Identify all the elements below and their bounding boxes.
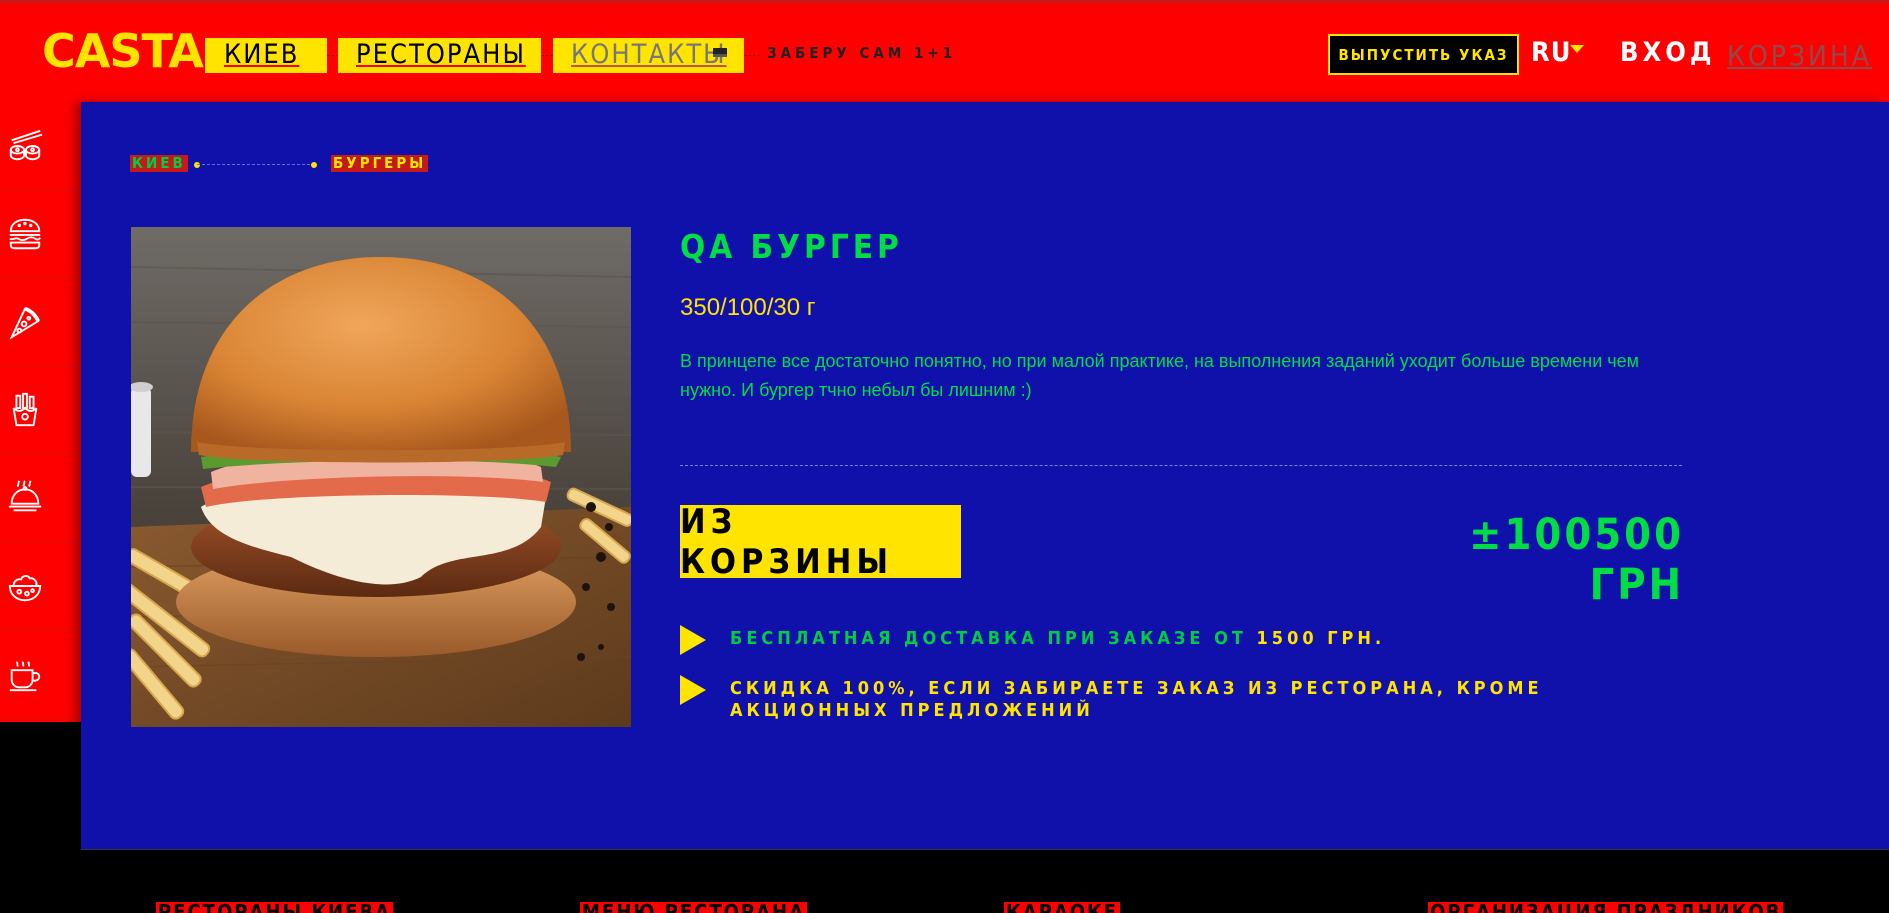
login-link[interactable]: Вход — [1620, 37, 1716, 68]
hot-dish-icon — [8, 479, 42, 511]
breadcrumb-city[interactable]: Киев — [130, 155, 188, 172]
product-description: В принцепе все достаточно понятно, но пр… — [680, 351, 1640, 400]
footer: Рестораны Киева Меню ресторана Караоке О… — [81, 849, 1889, 913]
breadcrumb-dot — [311, 162, 317, 168]
footer-link-karaoke[interactable]: Караоке — [1004, 902, 1121, 913]
play-arrow-icon — [680, 625, 706, 655]
product-page: Киев Бургеры — [81, 102, 1889, 849]
sidebar-item-drinks[interactable] — [0, 630, 81, 718]
breadcrumb-category[interactable]: Бургеры — [331, 155, 429, 172]
play-arrow-icon — [680, 675, 706, 705]
top-header: CASTA Киев Рестораны Контакты Заберу сам… — [0, 0, 1889, 102]
sushi-icon — [9, 129, 43, 160]
sidebar-item-hot-dishes[interactable] — [0, 454, 81, 542]
sidebar-item-burgers[interactable] — [0, 190, 81, 278]
fries-icon — [12, 392, 38, 426]
nav-link-restaurants[interactable]: Рестораны — [356, 37, 526, 73]
nav-link-kiev[interactable]: Киев — [224, 37, 299, 73]
nav-link-contacts[interactable]: Контакты — [571, 37, 727, 73]
footer-link-events[interactable]: Организация праздников — [1428, 902, 1784, 913]
sidebar-item-salads[interactable] — [0, 542, 81, 630]
remove-from-cart-button[interactable]: Из корзины — [680, 502, 961, 582]
category-sidebar — [0, 102, 81, 722]
chevron-down-icon[interactable] — [1570, 45, 1584, 53]
sidebar-item-fries[interactable] — [0, 366, 81, 454]
perk-delivery-text: Бесплатная доставка при заказе от — [730, 628, 1247, 649]
burger-icon — [9, 218, 41, 249]
perk-pickup-discount: Скидка 100%, если забираете заказ из рес… — [680, 675, 1580, 722]
cart-link[interactable]: Корзина — [1727, 39, 1872, 72]
salad-icon — [8, 574, 42, 601]
pizza-icon — [9, 306, 40, 340]
casta-logo[interactable]: CASTA — [42, 28, 204, 74]
perk-delivery-amount: 1500 грн. — [1256, 628, 1386, 649]
nav-divider — [744, 55, 760, 56]
perk-free-delivery: Бесплатная доставка при заказе от 1500 г… — [680, 625, 1385, 655]
language-selector[interactable]: RU — [1531, 37, 1571, 68]
nav-divider — [541, 55, 553, 56]
pickup-promo-link[interactable]: Заберу сам 1+1 — [767, 44, 956, 62]
sidebar-item-sushi[interactable] — [0, 102, 81, 190]
breadcrumb-separator — [197, 164, 315, 165]
product-weight: 350/100/30 г — [680, 294, 816, 321]
coffee-cup-icon — [9, 660, 41, 691]
footer-link-restaurants[interactable]: Рестораны Киева — [156, 902, 394, 913]
perk-discount-text: Скидка 100%, если забираете заказ из рес… — [730, 678, 1543, 721]
product-photo — [131, 227, 631, 727]
section-divider — [680, 465, 1682, 466]
product-price: ±100500 грн — [1469, 510, 1684, 610]
footer-link-menu[interactable]: Меню ресторана — [580, 902, 807, 913]
product-title: QA бургер — [680, 227, 903, 266]
issue-decree-button[interactable]: Выпустить указ — [1328, 34, 1519, 75]
sidebar-item-pizza[interactable] — [0, 278, 81, 366]
breadcrumb-dot — [194, 162, 200, 168]
flag-icon — [713, 48, 727, 57]
